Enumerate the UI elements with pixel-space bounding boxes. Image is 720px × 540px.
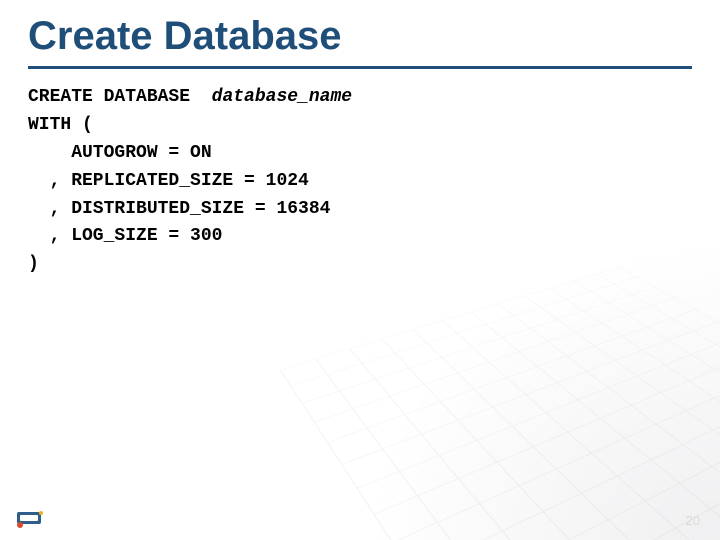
page-title: Create Database [28, 14, 342, 59]
code-line-2: WITH ( [28, 115, 93, 135]
slide: Create Database CREATE DATABASE database… [0, 0, 720, 540]
code-line-1-keyword: CREATE DATABASE [28, 87, 212, 107]
page-number: 20 [686, 513, 700, 528]
code-line-1-ident: database_name [212, 87, 352, 107]
code-line-4: , REPLICATED_SIZE = 1024 [28, 171, 309, 191]
code-line-5: , DISTRIBUTED_SIZE = 16384 [28, 199, 330, 219]
code-line-6: , LOG_SIZE = 300 [28, 226, 222, 246]
code-line-3: AUTOGROW = ON [28, 143, 212, 163]
code-block: CREATE DATABASE database_name WITH ( AUT… [28, 84, 352, 279]
code-line-7: ) [28, 254, 39, 274]
background-grid [280, 266, 720, 540]
background-gradient [340, 220, 720, 540]
title-underline [28, 66, 692, 69]
slide-logo-icon [14, 508, 48, 530]
